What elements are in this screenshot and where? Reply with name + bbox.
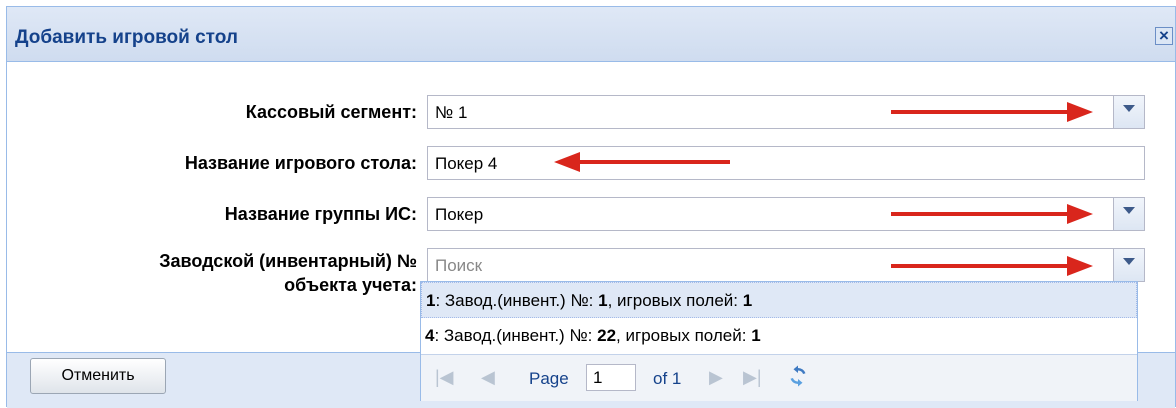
serial-number-placeholder: Поиск [435,256,483,275]
chevron-down-icon [1123,105,1135,112]
group-name-label: Название группы ИС: [224,204,417,224]
page-number-input[interactable]: 1 [586,364,636,391]
serial-number-dropdown-list: 1: Завод.(инвент.) №: 1, игровых полей: … [420,281,1138,401]
item-fields: 1 [742,291,753,310]
item-serial: 22 [597,326,617,345]
annotation-arrow-right-icon [891,256,1093,276]
group-name-value: Покер [435,205,484,224]
dialog-title: Добавить игровой стол [15,27,238,48]
dialog-titlebar[interactable]: Добавить игровой стол × [7,7,1175,62]
prev-page-icon[interactable]: ◀ [481,367,495,388]
item-mid: , игровых полей: [607,291,743,310]
item-prefix: : Завод.(инвент.) №: [434,326,598,345]
list-item[interactable]: 1: Завод.(инвент.) №: 1, игровых полей: … [421,282,1137,318]
next-page-icon[interactable]: ▶ [709,367,723,388]
table-name-input[interactable]: Покер 4 [427,146,1145,180]
group-name-dropdown-trigger[interactable] [1113,198,1144,230]
serial-number-label-line1: Заводской (инвентарный) № [159,251,417,271]
item-serial: 1 [598,291,608,310]
first-page-icon[interactable]: |◀ [435,367,454,388]
serial-number-label-line2: объекта учета: [284,275,417,295]
pagination-toolbar: |◀ ◀ Page 1 of 1 ▶ ▶| [421,354,1137,401]
chevron-down-icon [1123,258,1135,265]
annotation-arrow-left-icon [554,152,730,172]
cash-segment-dropdown-trigger[interactable] [1113,96,1144,128]
item-fields: 1 [751,326,761,345]
serial-number-dropdown-trigger[interactable] [1113,249,1144,281]
cash-segment-label: Кассовый сегмент: [245,102,417,122]
list-item[interactable]: 4: Завод.(инвент.) №: 22, игровых полей:… [421,318,1137,354]
page-count-label: of 1 [653,369,682,388]
table-name-value: Покер 4 [435,154,498,173]
refresh-icon[interactable] [786,364,810,388]
page-label: Page [529,369,569,388]
cancel-button[interactable]: Отменить [30,358,166,394]
annotation-arrow-right-icon [891,102,1093,122]
item-prefix: : Завод.(инвент.) №: [435,291,599,310]
table-name-label: Название игрового стола: [184,153,417,173]
last-page-icon[interactable]: ▶| [743,367,762,388]
item-mid: , игровых полей: [616,326,752,345]
chevron-down-icon [1123,207,1135,214]
close-icon[interactable]: × [1155,27,1173,45]
cash-segment-value: № 1 [435,103,468,122]
annotation-arrow-right-icon [891,204,1093,224]
